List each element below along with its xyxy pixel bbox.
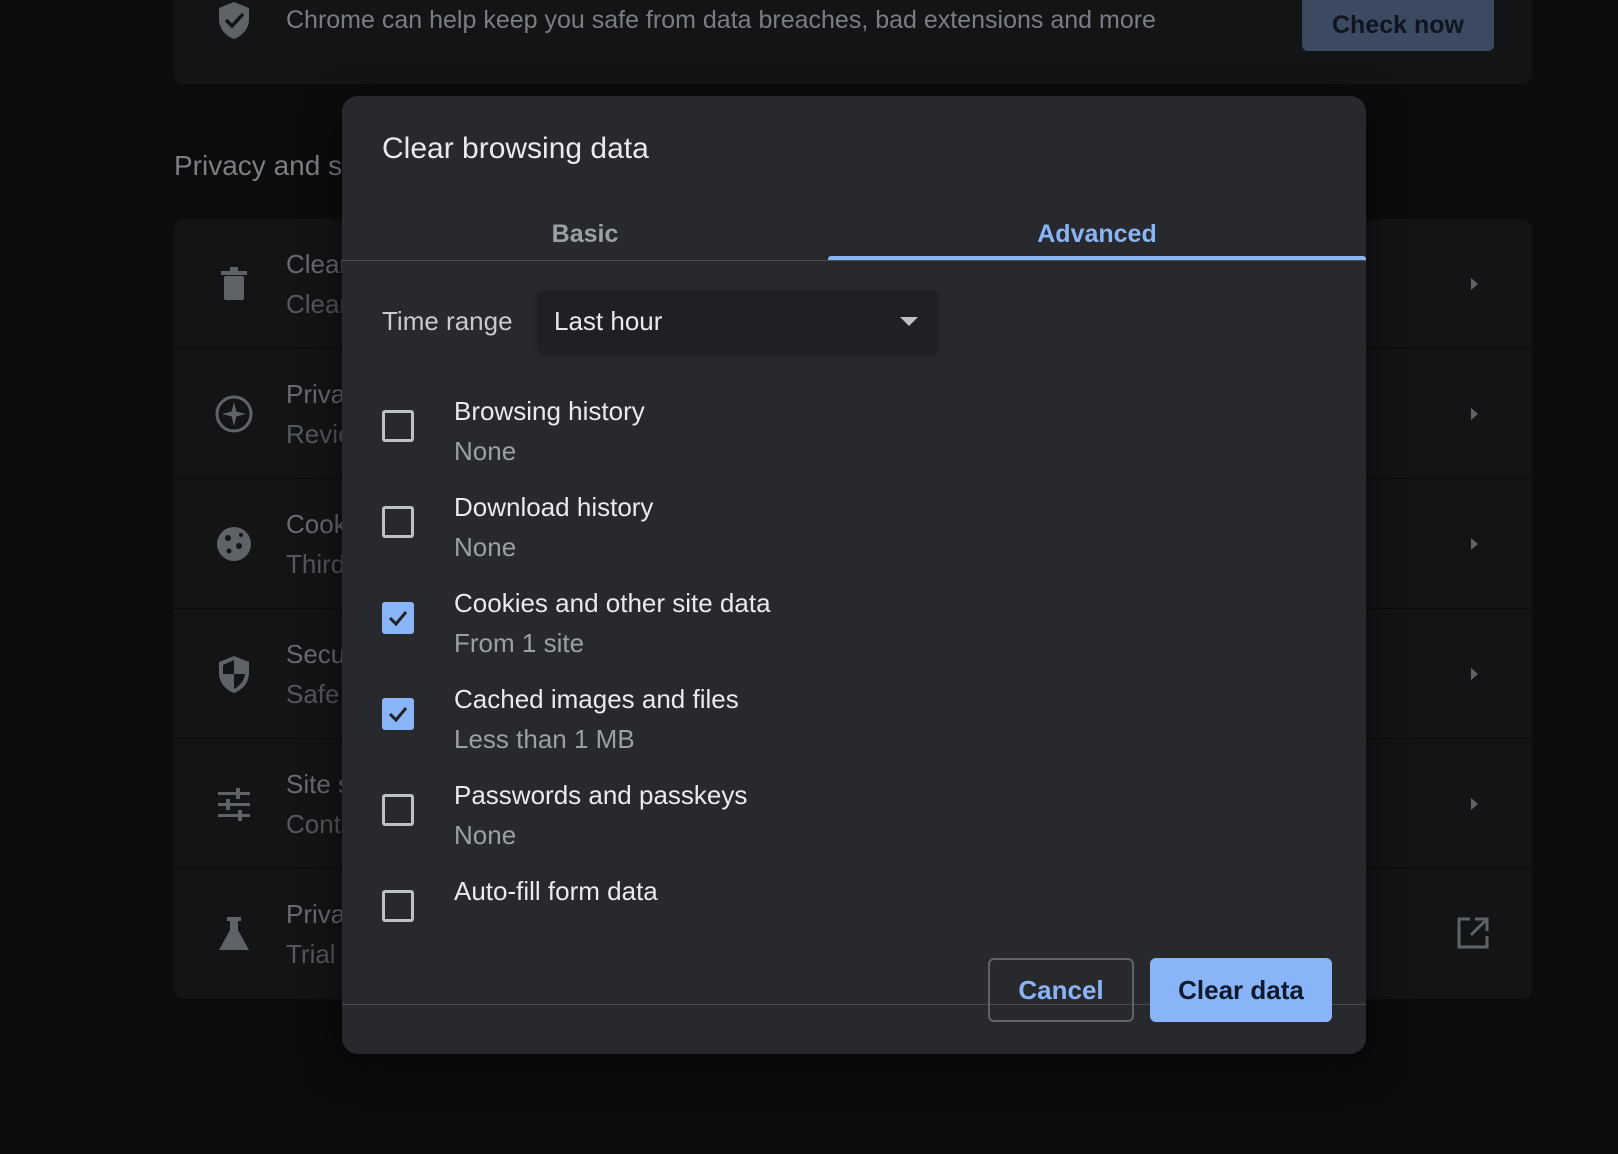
time-range-select[interactable]: Last hour [538,290,938,352]
option-title: Auto-fill form data [454,876,658,906]
flask-icon [214,914,254,954]
tabs-divider [342,260,1366,261]
row-title: Clear [286,249,349,279]
row-subtitle: Cont [286,809,341,839]
arrow-right-icon [1464,274,1484,294]
tab-advanced[interactable]: Advanced [828,206,1366,262]
checkmark-icon [388,707,408,723]
option-autofill[interactable]: Auto-fill form data [342,846,1366,942]
shield-icon [214,654,254,694]
option-title: Cached images and files [454,684,739,714]
download-history-checkbox[interactable] [382,506,414,538]
row-subtitle: Safe [286,679,340,709]
autofill-checkbox[interactable] [382,890,414,922]
arrow-right-icon [1464,404,1484,424]
clear-data-button[interactable]: Clear data [1150,958,1332,1022]
cookie-icon [214,524,254,564]
dropdown-arrow-icon [898,314,920,328]
clear-browsing-data-dialog: Clear browsing data Basic Advanced Time … [342,96,1366,1054]
option-cached-images[interactable]: Cached images and files Less than 1 MB [342,654,1366,754]
settings-page: Chrome can help keep you safe from data … [0,0,1618,1154]
arrow-right-icon [1464,664,1484,684]
row-title: Secu [286,639,346,669]
option-title: Browsing history [454,396,645,426]
checkmark-icon [388,611,408,627]
row-subtitle: Third [286,549,346,579]
option-cookies[interactable]: Cookies and other site data From 1 site [342,558,1366,658]
trash-icon [214,264,254,304]
row-subtitle: Clear [286,289,349,319]
option-passwords[interactable]: Passwords and passkeys None [342,750,1366,850]
cached-images-checkbox[interactable] [382,698,414,730]
option-download-history[interactable]: Download history None [342,462,1366,562]
passwords-checkbox[interactable] [382,794,414,826]
option-title: Download history [454,492,654,522]
shield-check-icon [214,0,254,40]
cancel-button[interactable]: Cancel [988,958,1134,1022]
row-title: Priva [286,899,346,929]
option-browsing-history[interactable]: Browsing history None [342,366,1366,466]
option-title: Cookies and other site data [454,588,771,618]
compass-icon [214,394,254,434]
row-subtitle: Trial [286,939,336,969]
time-range-value: Last hour [554,306,663,336]
browsing-history-checkbox[interactable] [382,410,414,442]
tab-basic[interactable]: Basic [342,206,828,262]
options-list[interactable]: Browsing history None Download history N… [342,366,1366,1006]
arrow-right-icon [1464,534,1484,554]
row-title: Priva [286,379,346,409]
tune-icon [214,784,254,824]
row-title: Cook [286,509,347,539]
safety-check-text: Chrome can help keep you safe from data … [286,6,1156,34]
option-title: Passwords and passkeys [454,780,748,810]
dialog-title: Clear browsing data [382,132,649,165]
check-now-button[interactable]: Check now [1302,0,1494,51]
section-heading: Privacy and s [174,150,343,181]
external-link-icon [1454,914,1492,952]
time-range-label: Time range [382,306,513,336]
cookies-checkbox[interactable] [382,602,414,634]
arrow-right-icon [1464,794,1484,814]
